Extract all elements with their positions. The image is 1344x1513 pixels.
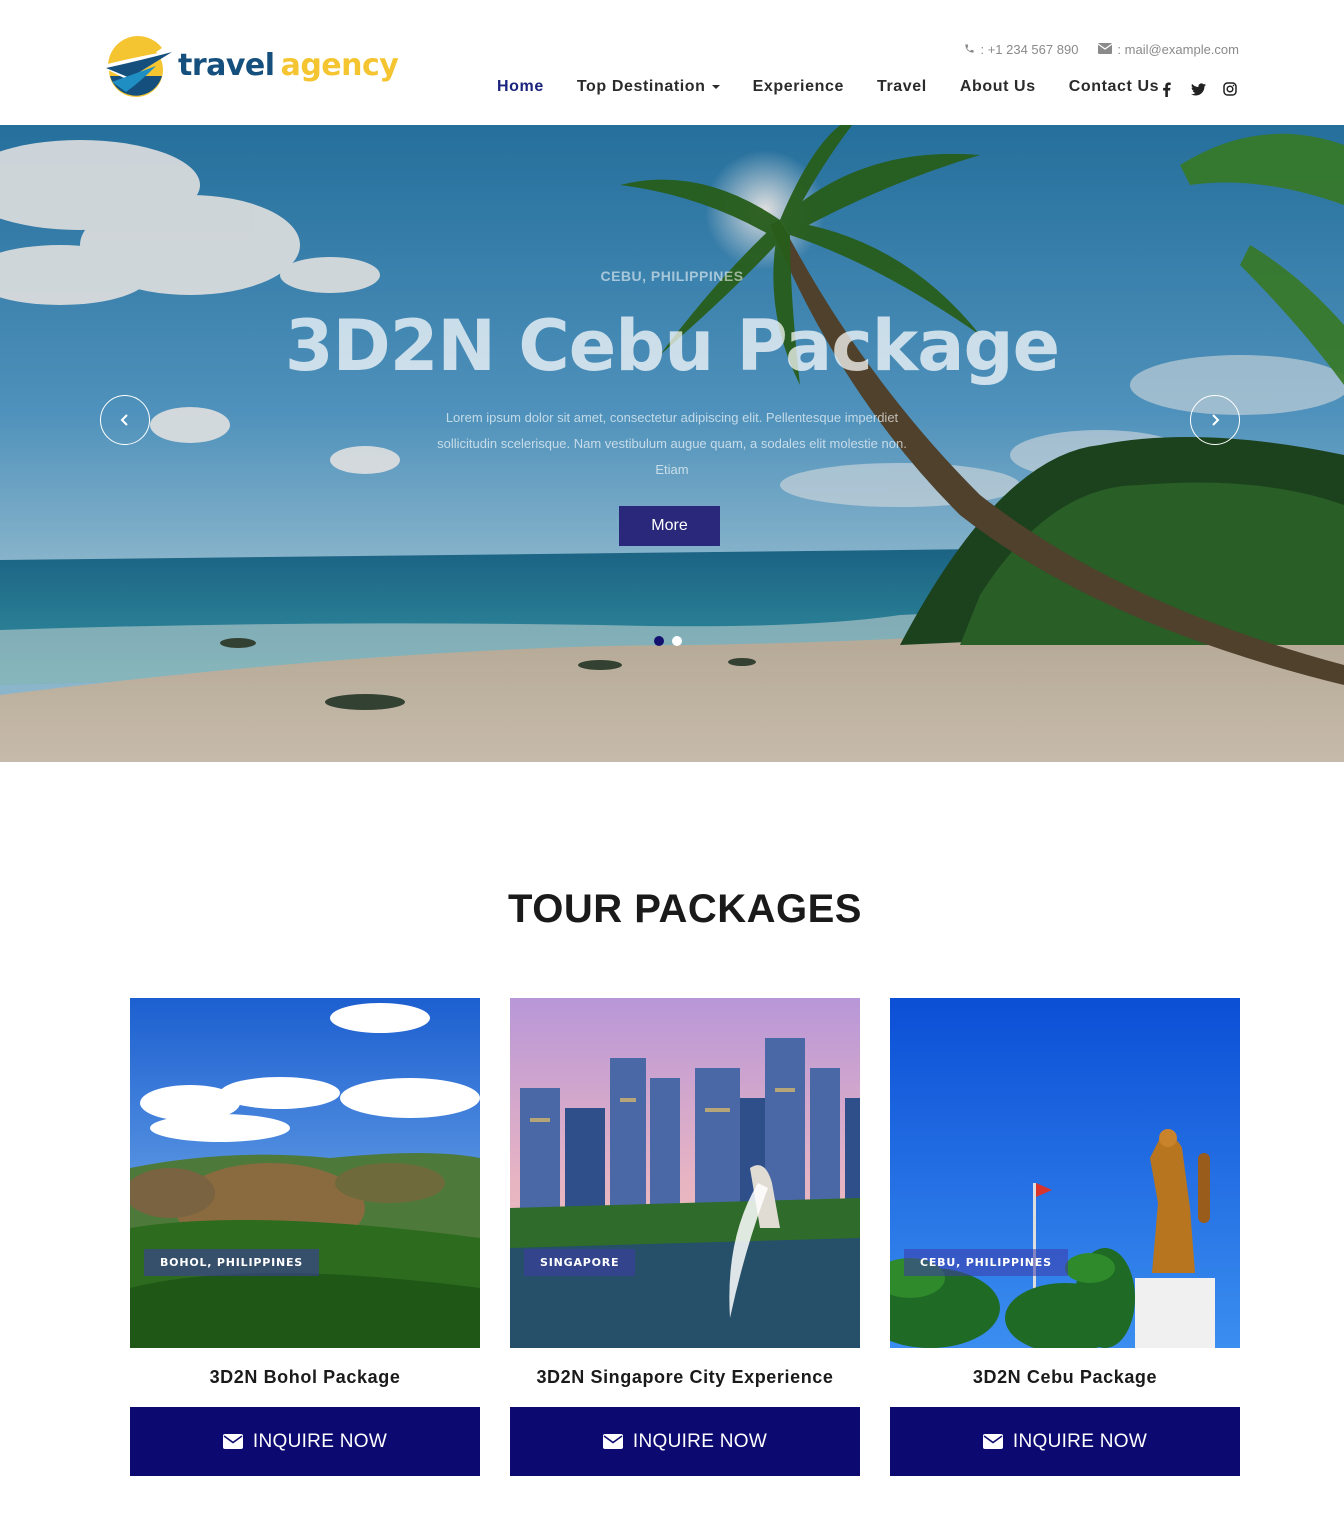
slider-dots [654, 636, 682, 646]
package-image[interactable]: BOHOL, PHILIPPINES [130, 998, 480, 1348]
phone-contact[interactable]: : +1 234 567 890 [964, 42, 1078, 57]
slider-next-button[interactable] [1190, 395, 1240, 445]
caret-down-icon [711, 85, 720, 89]
bohol-hills-image [130, 998, 480, 1348]
inquire-now-button[interactable]: INQUIRE NOW [510, 1407, 860, 1476]
phone-icon [964, 42, 975, 57]
inquire-now-label: INQUIRE NOW [252, 1430, 388, 1452]
inquire-now-button[interactable]: INQUIRE NOW [130, 1407, 480, 1476]
inquire-now-label: INQUIRE NOW [632, 1430, 768, 1452]
package-title[interactable]: 3D2N Singapore City Experience [510, 1367, 860, 1389]
hero-description: Lorem ipsum dolor sit amet, consectetur … [437, 410, 907, 477]
envelope-icon [602, 1434, 623, 1449]
slider-dot-1[interactable] [654, 636, 664, 646]
location-tag: SINGAPORE [524, 1249, 636, 1276]
package-title[interactable]: 3D2N Bohol Package [130, 1367, 480, 1389]
package-title[interactable]: 3D2N Cebu Package [890, 1367, 1240, 1389]
singapore-skyline-image [510, 998, 860, 1348]
contact-topbar: : +1 234 567 890 : mail@example.com [964, 42, 1239, 57]
nav-item-travel[interactable]: Travel [877, 78, 927, 96]
twitter-icon[interactable] [1190, 80, 1206, 98]
hero-title: 3D2N Cebu Package [284, 305, 1060, 387]
social-links [1158, 80, 1238, 98]
package-card-cebu: CEBU, PHILIPPINES 3D2N Cebu Package INQU… [890, 998, 1240, 1476]
nav-item-contact-us[interactable]: Contact Us [1069, 78, 1159, 96]
hero-slider: CEBU, PHILIPPINES 3D2N Cebu Package Lore… [0, 125, 1344, 762]
location-tag: CEBU, PHILIPPINES [904, 1249, 1068, 1276]
inquire-now-button[interactable]: INQUIRE NOW [890, 1407, 1240, 1476]
chevron-left-icon [120, 414, 128, 426]
main-nav: Home Top Destination Experience Travel A… [497, 78, 1192, 96]
nav-item-label: Top Destination [576, 78, 706, 95]
logo[interactable]: travel agency [98, 36, 408, 102]
package-card-bohol: BOHOL, PHILIPPINES 3D2N Bohol Package IN… [130, 998, 480, 1476]
more-button[interactable]: More [619, 506, 720, 546]
email-address: : mail@example.com [1117, 42, 1239, 57]
package-image[interactable]: SINGAPORE [510, 998, 860, 1348]
email-contact[interactable]: : mail@example.com [1098, 42, 1239, 57]
logo-word-travel: travel [178, 48, 275, 83]
package-card-singapore: SINGAPORE 3D2N Singapore City Experience… [510, 998, 860, 1476]
slider-prev-button[interactable] [100, 395, 150, 445]
phone-number: : +1 234 567 890 [980, 42, 1079, 57]
nav-item-top-destination[interactable]: Top Destination [577, 78, 720, 96]
nav-item-home[interactable]: Home [497, 78, 544, 96]
envelope-icon [222, 1434, 243, 1449]
cebu-statue-image [890, 998, 1240, 1348]
hero-location: CEBU, PHILIPPINES [600, 268, 744, 284]
hero-slide: CEBU, PHILIPPINES 3D2N Cebu Package Lore… [0, 125, 1344, 762]
nav-item-experience[interactable]: Experience [753, 78, 844, 96]
site-header: travel agency : +1 234 567 890 : mail@exa… [0, 0, 1344, 125]
location-tag: BOHOL, PHILIPPINES [144, 1249, 320, 1276]
nav-item-about-us[interactable]: About Us [960, 78, 1036, 96]
envelope-icon [982, 1434, 1003, 1449]
instagram-icon[interactable] [1222, 80, 1238, 98]
chevron-right-icon [1212, 414, 1220, 426]
logo-plane-icon [100, 36, 176, 97]
facebook-icon[interactable] [1158, 80, 1174, 98]
inquire-now-label: INQUIRE NOW [1012, 1430, 1148, 1452]
envelope-icon [1098, 42, 1113, 57]
slider-dot-2[interactable] [672, 636, 682, 646]
package-image[interactable]: CEBU, PHILIPPINES [890, 998, 1240, 1348]
logo-text: travel agency [178, 48, 399, 83]
logo-word-agency: agency [280, 48, 399, 83]
section-title: TOUR PACKAGES [508, 887, 862, 931]
